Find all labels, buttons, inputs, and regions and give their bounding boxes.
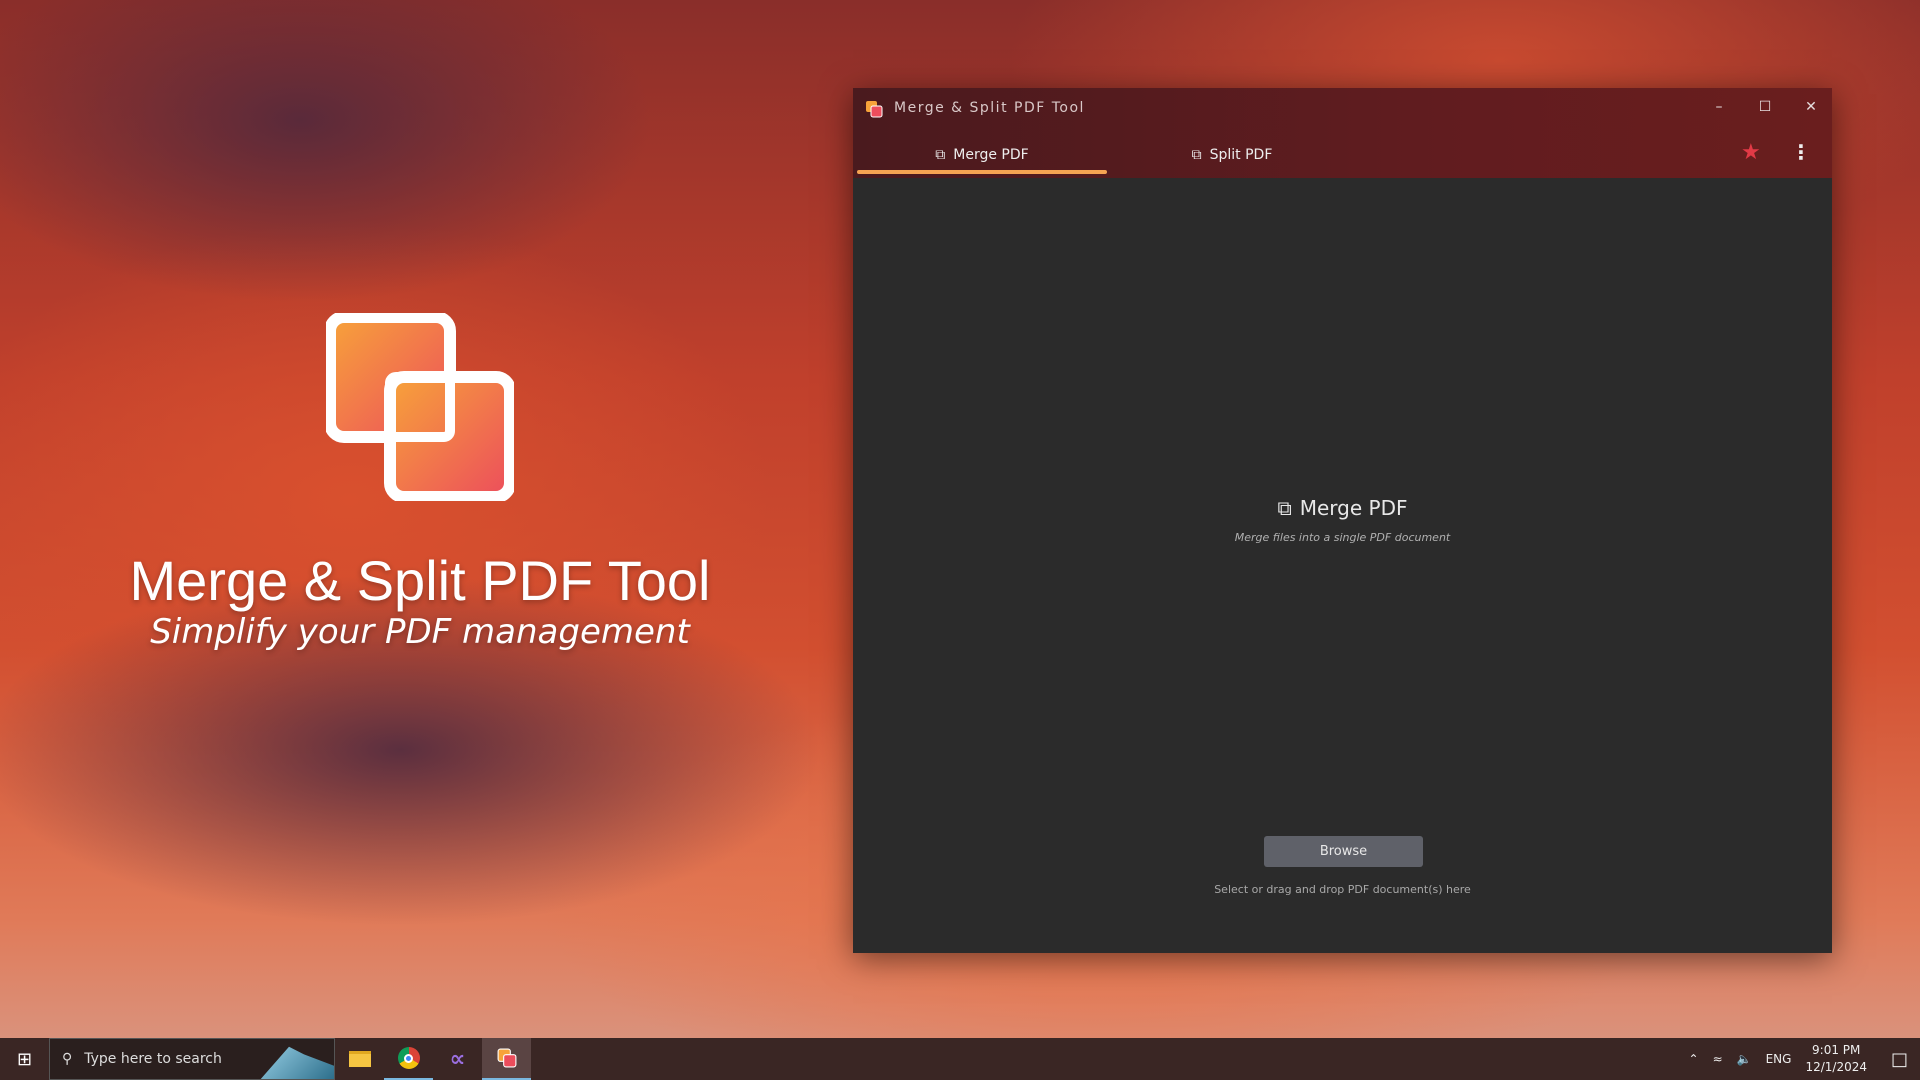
visual-studio-icon[interactable]: ∝: [433, 1038, 482, 1080]
minimize-button[interactable]: –: [1696, 92, 1742, 122]
merge-icon: ⧉: [935, 147, 945, 163]
search-highlight-image: [259, 1043, 334, 1080]
window-title: Merge & Split PDF Tool: [894, 100, 1085, 116]
search-input[interactable]: ⚲ Type here to search: [49, 1038, 335, 1080]
tab-label: Split PDF: [1210, 147, 1273, 163]
taskbar: ⊞ ⚲ Type here to search ∝ ⌃ ≈ 🔈 ENG 9:01…: [0, 1038, 1920, 1080]
start-button[interactable]: ⊞: [0, 1038, 49, 1080]
tab-merge-pdf[interactable]: ⧉ Merge PDF: [857, 138, 1107, 172]
app-logo: [326, 313, 514, 501]
more-options-icon[interactable]: ⋮: [1791, 140, 1811, 164]
maximize-button[interactable]: ☐: [1742, 92, 1788, 122]
file-explorer-icon[interactable]: [335, 1038, 384, 1080]
content-subtitle: Merge files into a single PDF document: [853, 531, 1832, 544]
time: 9:01 PM: [1805, 1042, 1867, 1059]
hero-title: Merge & Split PDF Tool: [0, 548, 840, 613]
date: 12/1/2024: [1805, 1059, 1867, 1076]
browse-button[interactable]: Browse: [1264, 836, 1423, 867]
hero-subtitle: Simplify your PDF management: [0, 612, 840, 652]
windows-icon: ⊞: [17, 1049, 32, 1070]
chevron-up-icon[interactable]: ⌃: [1689, 1052, 1699, 1066]
search-icon: ⚲: [62, 1051, 72, 1067]
search-placeholder: Type here to search: [84, 1051, 222, 1067]
app-icon: [865, 100, 883, 118]
app-window: Merge & Split PDF Tool – ☐ ✕ ⧉ Merge PDF…: [853, 88, 1832, 953]
close-button[interactable]: ✕: [1788, 92, 1834, 122]
clock[interactable]: 9:01 PM 12/1/2024: [1805, 1042, 1867, 1076]
merge-icon: ⧉: [1277, 496, 1291, 520]
notification-icon[interactable]: □: [1891, 1049, 1908, 1070]
tab-split-pdf[interactable]: ⧉ Split PDF: [1107, 138, 1357, 172]
volume-icon[interactable]: 🔈: [1737, 1052, 1752, 1066]
split-icon: ⧉: [1192, 147, 1202, 163]
favorite-star-icon[interactable]: ★: [1741, 140, 1761, 165]
chrome-icon[interactable]: [384, 1038, 433, 1080]
content-title: ⧉ Merge PDF: [853, 496, 1832, 520]
system-tray: ⌃ ≈ 🔈 ENG 9:01 PM 12/1/2024 □: [1689, 1038, 1920, 1080]
merge-split-pdf-taskbar-icon[interactable]: [482, 1038, 531, 1080]
tab-label: Merge PDF: [953, 147, 1028, 163]
title-bar[interactable]: Merge & Split PDF Tool – ☐ ✕ ⧉ Merge PDF…: [853, 88, 1832, 178]
language-indicator[interactable]: ENG: [1766, 1052, 1792, 1066]
wifi-icon[interactable]: ≈: [1713, 1052, 1723, 1066]
content-title-text: Merge PDF: [1300, 496, 1408, 520]
drop-hint: Select or drag and drop PDF document(s) …: [853, 883, 1832, 896]
